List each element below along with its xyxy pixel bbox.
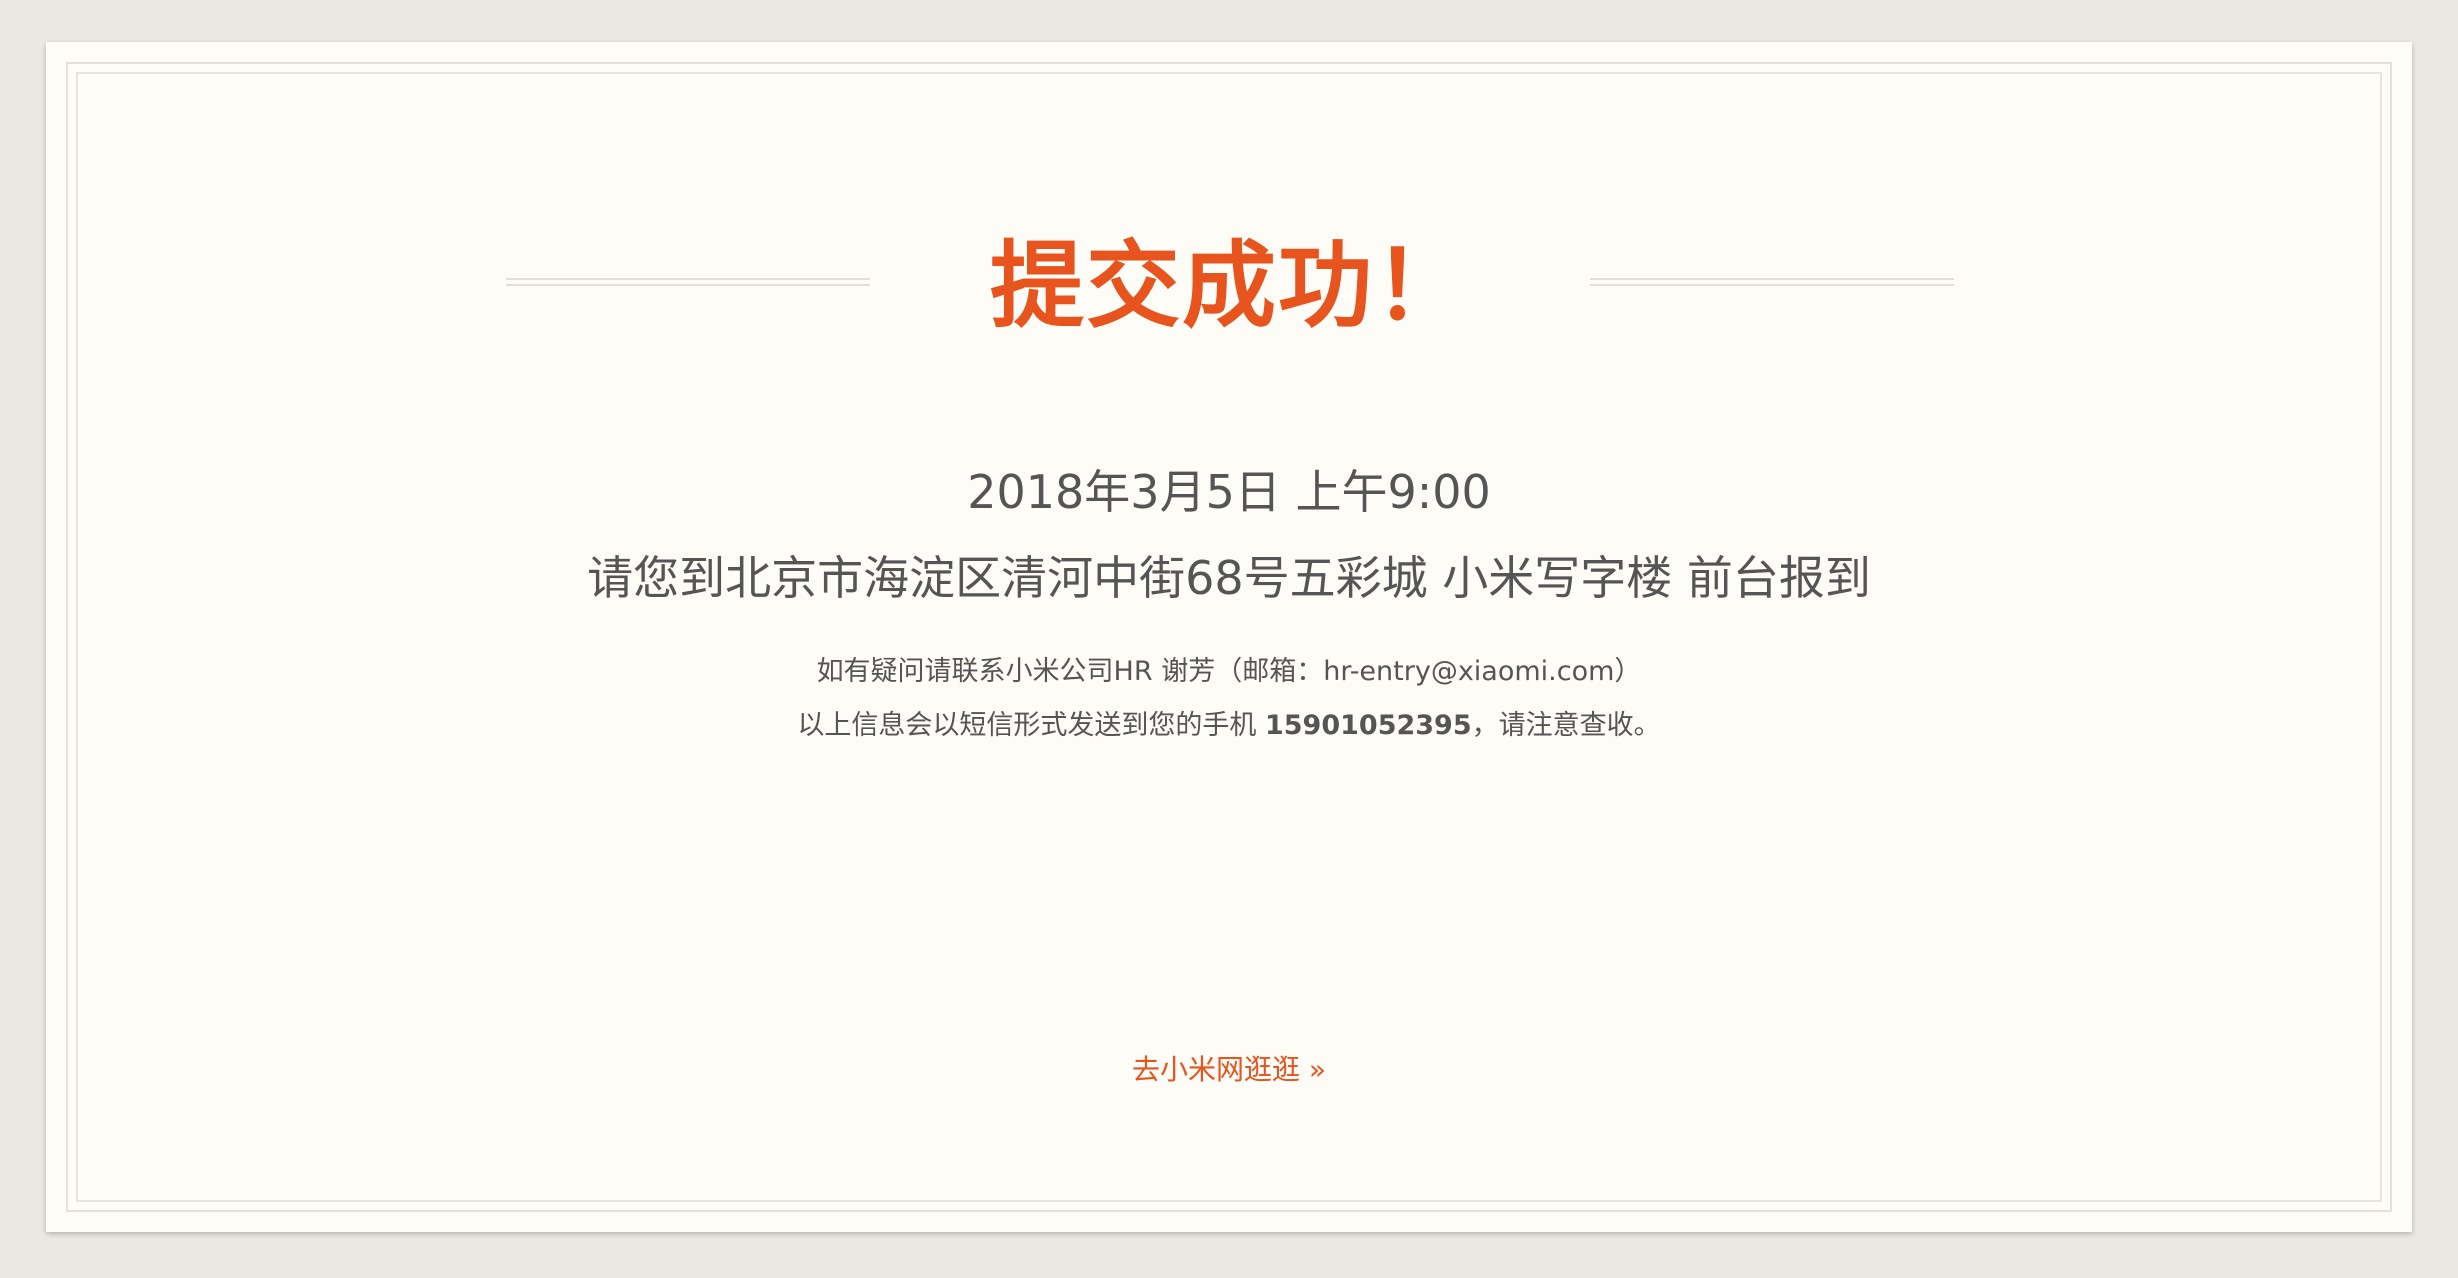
sms-notice: 以上信息会以短信形式发送到您的手机 15901052395，请注意查收。 bbox=[46, 706, 2412, 746]
contact-info: 如有疑问请联系小米公司HR 谢芳（邮箱：hr-entry@xiaomi.com） bbox=[816, 656, 1642, 687]
title-row: 提交成功！ bbox=[46, 210, 2412, 360]
visit-xiaomi-link[interactable]: 去小米网逛逛 » bbox=[1132, 1053, 1326, 1086]
page-title: 提交成功！ bbox=[989, 232, 1470, 341]
appointment-datetime: 2018年3月5日 上午9:00 bbox=[967, 465, 1491, 519]
sms-notice-prefix: 以上信息会以短信形式发送到您的手机 bbox=[797, 710, 1265, 741]
phone-number: 15901052395 bbox=[1264, 710, 1472, 741]
confirmation-card: 提交成功！ 2018年3月5日 上午9:00 请您到北京市海淀区清河中街68号五… bbox=[46, 42, 2412, 1232]
title-divider-left bbox=[506, 278, 870, 286]
title-divider-right bbox=[1590, 278, 1954, 286]
sms-notice-suffix: ，请注意查收。 bbox=[1471, 710, 1661, 741]
appointment-address: 请您到北京市海淀区清河中街68号五彩城 小米写字楼 前台报到 bbox=[587, 551, 1871, 605]
